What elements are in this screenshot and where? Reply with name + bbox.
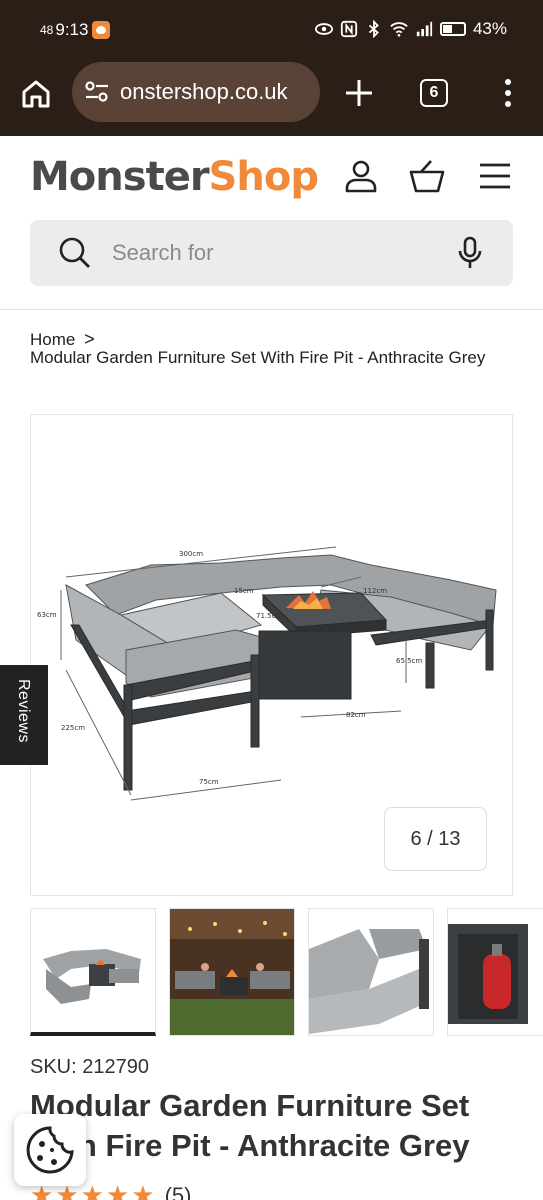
site-header: MonsterShop [0, 136, 543, 310]
status-right: 43% [314, 19, 507, 39]
mic-icon[interactable] [457, 236, 483, 270]
address-bar[interactable]: onstershop.co.uk [72, 62, 320, 122]
battery-percent: 43% [472, 19, 507, 38]
dim-label-side-height: 65.5cm [396, 657, 422, 665]
url-text[interactable]: onstershop.co.uk [120, 79, 310, 105]
thumbnail-strip [30, 908, 543, 1038]
cookie-icon [26, 1126, 74, 1174]
nfc-icon [340, 20, 358, 38]
battery-icon [439, 22, 466, 36]
status-bar: 48 9:13 43% [0, 0, 543, 60]
site-logo[interactable]: MonsterShop [30, 154, 319, 200]
breadcrumb: Home > Modular Garden Furniture Set With… [30, 330, 513, 367]
status-indicator: 48 [40, 23, 54, 37]
dim-label-depth-left: 225cm [61, 724, 85, 732]
status-left: 48 9:13 [40, 20, 111, 40]
dim-label-table-depth: 82cm [346, 711, 366, 719]
cookie-settings-button[interactable] [14, 1114, 86, 1186]
product-image-gallery[interactable]: 300cm 63cm 225cm 75cm 15cm 112cm 71.5cm … [30, 414, 513, 896]
thumbnail-image [448, 909, 543, 1035]
logo-monster: Monster [30, 154, 210, 200]
search-icon[interactable] [58, 236, 92, 270]
plus-icon[interactable] [342, 76, 376, 110]
dim-label-seat-depth: 75cm [199, 778, 219, 786]
hamburger-icon[interactable] [477, 158, 513, 194]
basket-icon[interactable] [409, 158, 445, 194]
star-icon: ★ [105, 1180, 130, 1200]
tune-icon[interactable] [84, 80, 110, 104]
eye-icon [314, 23, 333, 35]
browser-toolbar: onstershop.co.uk 6 [0, 60, 543, 136]
notification-icon [92, 21, 111, 39]
thumbnail-image [170, 909, 294, 1035]
thumbnail-image [309, 909, 433, 1035]
thumbnail-dimensions[interactable] [30, 908, 156, 1036]
dim-label-table-width: 112cm [363, 587, 387, 595]
signal-icon [416, 21, 433, 37]
thumbnail-lifestyle[interactable] [169, 908, 295, 1036]
bluetooth-icon [368, 20, 379, 38]
tabs-icon[interactable]: 6 [420, 79, 448, 107]
star-icon: ★ [131, 1180, 155, 1200]
review-count[interactable]: (5) [165, 1183, 192, 1200]
thumbnail-gas-bottle[interactable] [447, 908, 543, 1036]
search-bar[interactable] [30, 220, 513, 286]
breadcrumb-home[interactable]: Home [30, 331, 75, 349]
product-title: Modular Garden Furniture Set With Fire P… [30, 1088, 470, 1163]
dim-label-table-top: 15cm [234, 587, 254, 595]
dim-label-width-top: 300cm [179, 550, 203, 558]
product-sku: SKU: 212790 [30, 1056, 149, 1078]
thumbnail-image [31, 909, 155, 1032]
wifi-icon [390, 22, 408, 37]
search-input[interactable] [112, 236, 432, 270]
thumbnail-corner-seat[interactable] [308, 908, 434, 1036]
breadcrumb-current: Modular Garden Furniture Set With Fire P… [30, 348, 486, 367]
dim-label-height-left: 63cm [37, 611, 57, 619]
image-counter: 6 / 13 [384, 807, 487, 871]
reviews-tab[interactable]: Reviews [0, 665, 48, 765]
reviews-tab-label: Reviews [15, 679, 32, 743]
chevron-right-icon: > [84, 329, 95, 349]
dim-label-table-height: 71.5cm [256, 612, 282, 620]
home-icon[interactable] [20, 78, 52, 110]
status-time: 9:13 [55, 20, 89, 39]
logo-shop: Shop [208, 154, 319, 200]
account-icon[interactable] [343, 158, 379, 194]
more-vert-icon[interactable] [498, 77, 518, 109]
